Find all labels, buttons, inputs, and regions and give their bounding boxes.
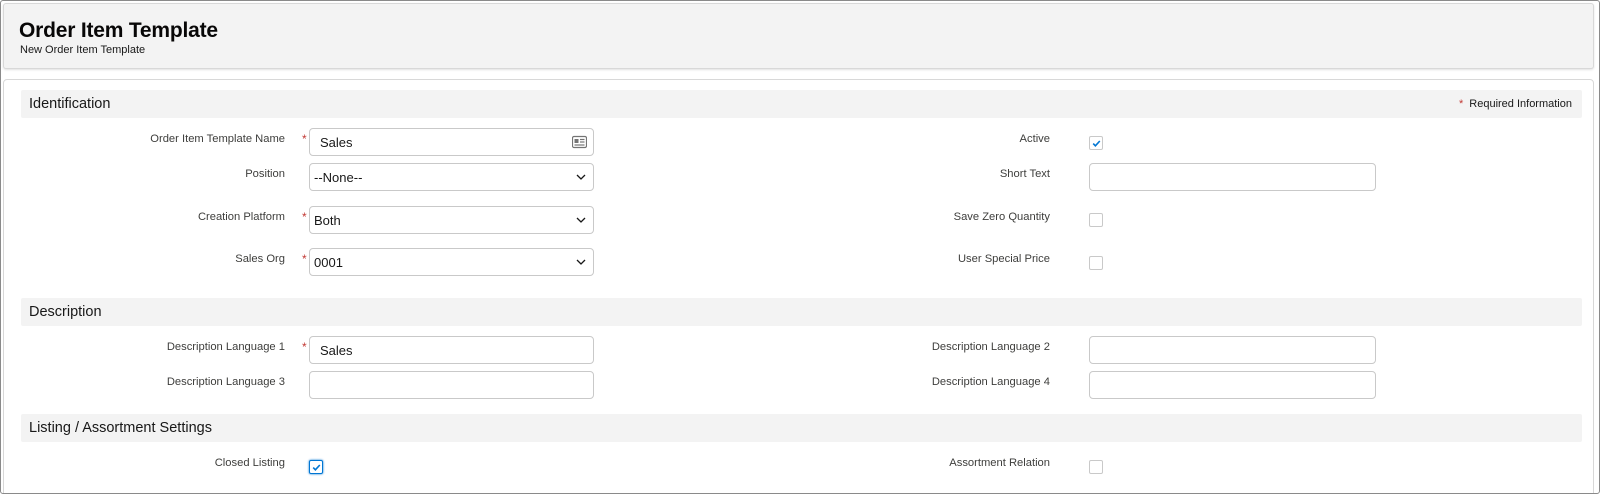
required-information-legend: * Required Information bbox=[1459, 98, 1572, 110]
active-checkbox[interactable] bbox=[1089, 136, 1103, 150]
active-label: Active bbox=[1019, 133, 1050, 145]
description-language-3-label: Description Language 3 bbox=[166, 376, 285, 388]
assortment-relation-label: Assortment Relation bbox=[949, 457, 1050, 469]
checkmark-icon bbox=[1092, 140, 1101, 147]
chevron-down-icon bbox=[576, 259, 586, 265]
closed-listing-checkbox[interactable] bbox=[309, 460, 323, 474]
user-special-price-label: User Special Price bbox=[957, 253, 1050, 265]
required-marker: * bbox=[302, 340, 307, 354]
checkmark-icon bbox=[312, 464, 321, 471]
required-marker: * bbox=[302, 210, 307, 224]
sales-org-selected-value: 0001 bbox=[314, 255, 343, 270]
description-language-1-input[interactable]: Sales bbox=[309, 336, 594, 364]
sales-org-label: Sales Org bbox=[235, 253, 285, 265]
required-information-label: Required Information bbox=[1469, 98, 1572, 110]
section-header-description[interactable]: Description bbox=[21, 298, 1582, 326]
page-title: Order Item Template bbox=[19, 19, 218, 42]
contact-card-icon[interactable] bbox=[572, 135, 587, 149]
order-item-template-name-label: Order Item Template Name bbox=[150, 133, 285, 145]
required-marker: * bbox=[302, 252, 307, 266]
description-language-4-input[interactable] bbox=[1089, 371, 1376, 399]
required-marker: * bbox=[302, 132, 307, 146]
section-title: Listing / Assortment Settings bbox=[29, 420, 212, 436]
description-language-1-label: Description Language 1 bbox=[166, 341, 285, 353]
description-language-4-label: Description Language 4 bbox=[931, 376, 1050, 388]
position-select[interactable]: --None-- bbox=[309, 163, 594, 191]
assortment-relation-checkbox[interactable] bbox=[1089, 460, 1103, 474]
order-item-template-name-input[interactable]: Sales bbox=[309, 128, 594, 156]
app-window: Order Item Template New Order Item Templ… bbox=[0, 0, 1600, 494]
section-header-identification[interactable]: Identification * Required Information bbox=[21, 90, 1582, 118]
description-language-3-input[interactable] bbox=[309, 371, 594, 399]
chevron-down-icon bbox=[576, 174, 586, 180]
page-header: Order Item Template New Order Item Templ… bbox=[3, 3, 1594, 69]
chevron-down-icon bbox=[576, 217, 586, 223]
position-label: Position bbox=[245, 168, 285, 180]
required-marker: * bbox=[1458, 98, 1464, 110]
description-language-2-input[interactable] bbox=[1089, 336, 1376, 364]
page-subtitle: New Order Item Template bbox=[20, 44, 146, 56]
creation-platform-selected-value: Both bbox=[314, 213, 341, 228]
creation-platform-select[interactable]: Both bbox=[309, 206, 594, 234]
description-language-1-value: Sales bbox=[320, 342, 353, 358]
closed-listing-label: Closed Listing bbox=[214, 457, 285, 469]
form-card: Identification * Required Information Ord… bbox=[3, 79, 1594, 493]
sales-org-select[interactable]: 0001 bbox=[309, 248, 594, 276]
order-item-template-name-value: Sales bbox=[320, 134, 353, 150]
description-language-2-label: Description Language 2 bbox=[931, 341, 1050, 353]
section-title: Identification bbox=[29, 96, 111, 112]
section-title: Description bbox=[29, 304, 102, 320]
save-zero-quantity-label: Save Zero Quantity bbox=[953, 211, 1050, 223]
short-text-label: Short Text bbox=[999, 168, 1050, 180]
position-selected-value: --None-- bbox=[314, 170, 363, 185]
save-zero-quantity-checkbox[interactable] bbox=[1089, 213, 1103, 227]
short-text-input[interactable] bbox=[1089, 163, 1376, 191]
section-header-listing-assortment[interactable]: Listing / Assortment Settings bbox=[21, 414, 1582, 442]
user-special-price-checkbox[interactable] bbox=[1089, 256, 1103, 270]
creation-platform-label: Creation Platform bbox=[197, 211, 285, 223]
